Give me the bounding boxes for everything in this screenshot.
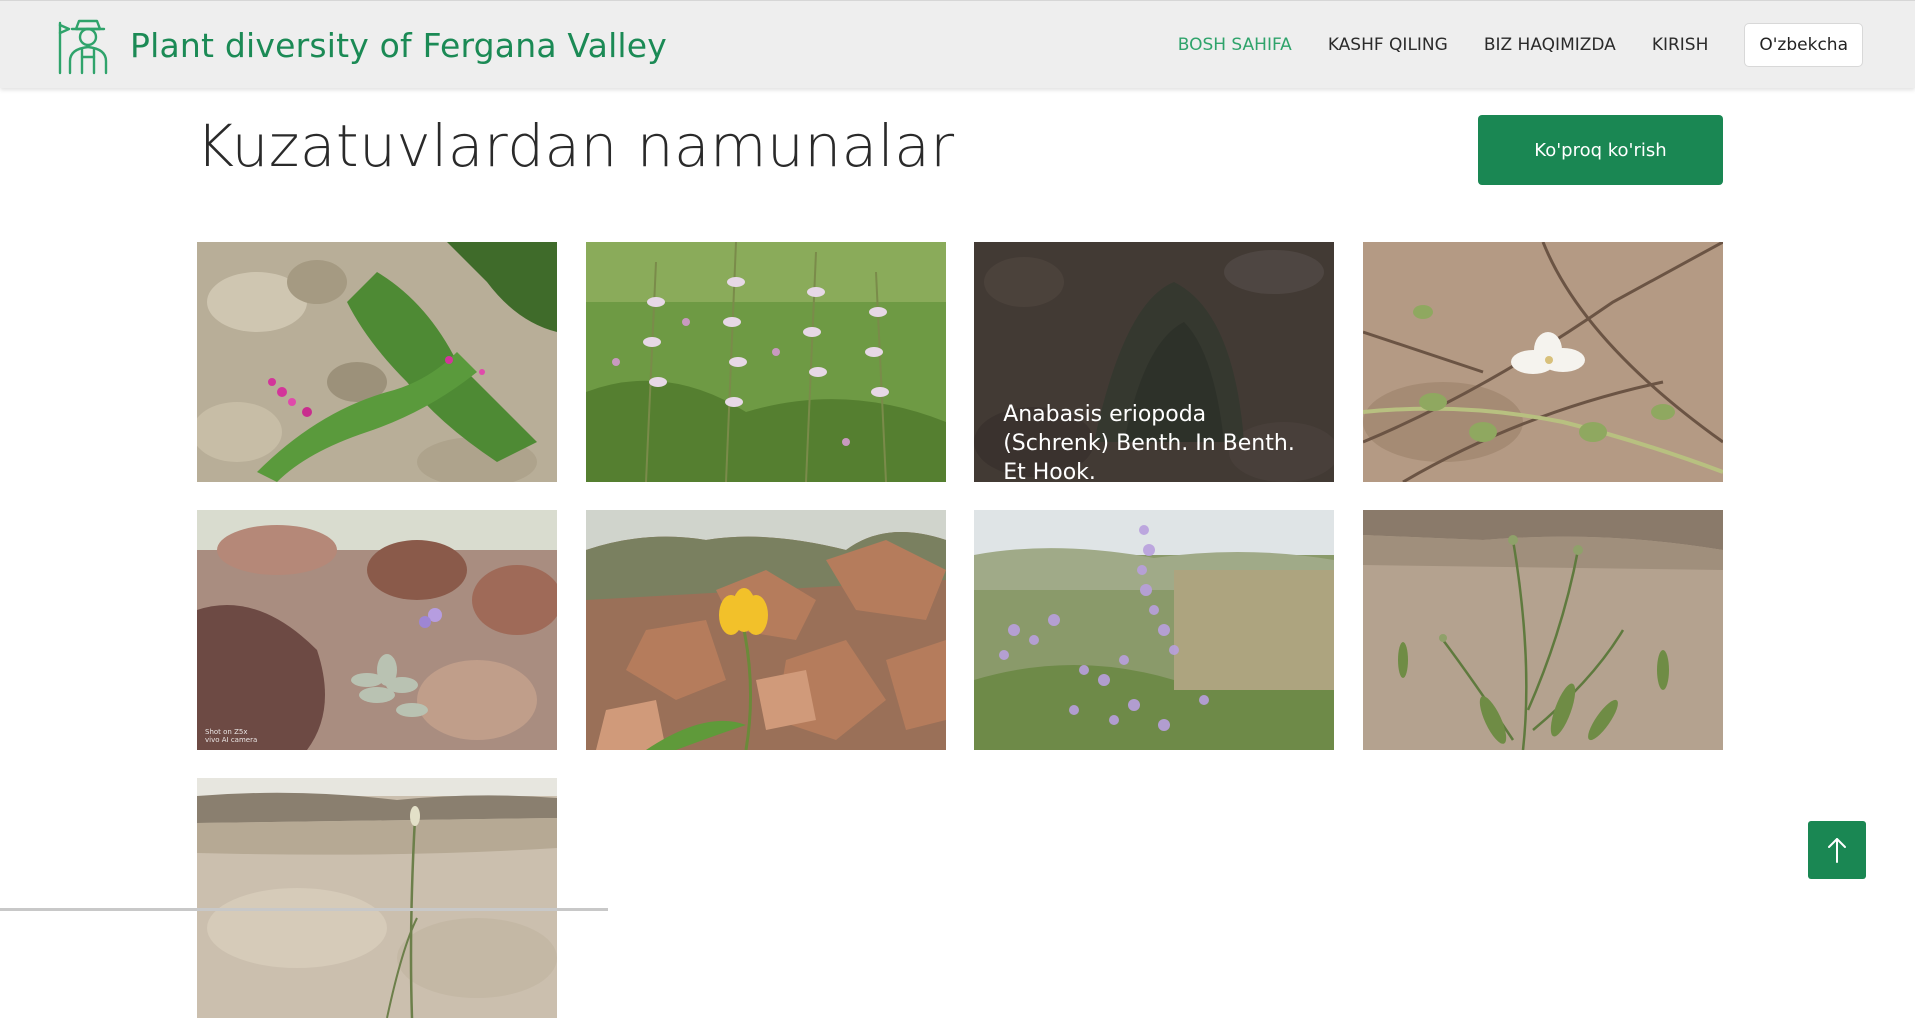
main-navigation: BOSH SAHIFA KASHF QILING BIZ HAQIMIZDA K… [1178, 23, 1863, 67]
observation-photo [1362, 510, 1723, 750]
observation-card[interactable] [585, 242, 946, 482]
observation-card[interactable] [585, 510, 946, 750]
observation-card[interactable] [197, 778, 557, 1018]
see-more-button[interactable]: Ko'proq ko'rish [1478, 115, 1723, 185]
observation-photo [1362, 242, 1723, 482]
nav-item-login[interactable]: KIRISH [1652, 35, 1709, 55]
observation-photo [585, 510, 946, 750]
arrow-up-icon [1828, 838, 1846, 863]
navbar: Plant diversity of Fergana Valley BOSH S… [0, 0, 1915, 88]
observation-photo [197, 242, 557, 482]
nav-item-explore[interactable]: KASHF QILING [1328, 35, 1448, 55]
site-title: Plant diversity of Fergana Valley [130, 25, 668, 65]
observation-card[interactable] [974, 510, 1335, 750]
camera-watermark: Shot on Z5x vivo AI camera [205, 728, 258, 744]
nav-item-about[interactable]: BIZ HAQIMIZDA [1484, 35, 1616, 55]
observation-photo [197, 510, 557, 750]
observation-card[interactable]: Shot on Z5x vivo AI camera [197, 510, 557, 750]
observation-photo [585, 242, 946, 482]
observation-card[interactable] [1362, 242, 1723, 482]
observation-photo [974, 510, 1335, 750]
observation-card[interactable] [197, 242, 557, 482]
brand-link[interactable]: Plant diversity of Fergana Valley [56, 13, 667, 77]
observation-card[interactable] [1362, 510, 1723, 750]
scroll-to-top-button[interactable] [1808, 821, 1866, 879]
species-caption: Anabasis eriopoda (Schrenk) Benth. In Be… [1003, 402, 1295, 482]
observation-photo [197, 778, 557, 1018]
language-selector[interactable]: O'zbekcha [1744, 23, 1863, 67]
observations-grid: Anabasis eriopoda (Schrenk) Benth. In Be… [197, 242, 1723, 1018]
observation-card[interactable]: Anabasis eriopoda (Schrenk) Benth. In Be… [974, 242, 1335, 482]
section-title: Kuzatuvlardan namunalar [196, 112, 955, 180]
gardener-icon [58, 19, 108, 75]
nav-item-home[interactable]: BOSH SAHIFA [1178, 35, 1292, 55]
